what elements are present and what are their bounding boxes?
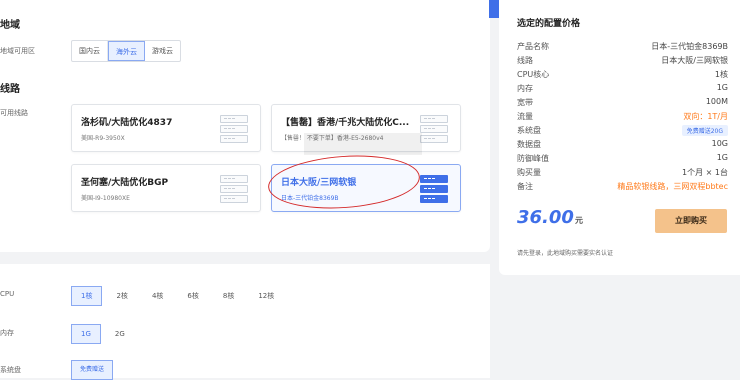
line-card-title: 圣何塞/大陆优化BGP [81,178,169,188]
line-section-title: 线路 [0,84,20,95]
server-icon [220,175,248,205]
system-disk-row-label: 系统盘 [0,366,21,374]
cpu-row-label: CPU [0,290,15,298]
line-card-title: 洛杉矶/大陆优化4837 [81,118,173,128]
summary-row-data-disk: 数据盘 10G [517,139,728,149]
price-summary-panel: 选定的配置价格 产品名称 日本-三代铂金8369B 线路 日本大阪/三网软银 C… [499,0,740,275]
summary-row-system-disk: 系统盘 免费赠送20G [517,125,728,139]
summary-row-bandwidth: 宽带 100M [517,97,728,107]
memory-row-label: 内存 [0,329,14,337]
region-section-title: 地域 [0,20,20,31]
line-row-label: 可用线路 [0,109,28,117]
hover-tooltip [304,133,422,155]
memory-selector: 1G 2G [71,324,139,344]
summary-row-memory: 内存 1G [517,83,728,93]
cpu-option-12[interactable]: 12核 [248,286,284,306]
summary-row-line: 线路 日本大阪/三网软银 [517,56,728,65]
summary-row-product: 产品名称 日本-三代铂金8369B [517,42,728,51]
price-display: 36.00元 [517,207,583,228]
line-card-title: 【售罄】香港/千兆大陆优化C... [281,118,410,128]
memory-option-2g[interactable]: 2G [105,324,135,344]
cpu-option-8[interactable]: 8核 [213,286,244,306]
cpu-option-1[interactable]: 1核 [71,286,103,306]
free-badge: 免费赠送20G [681,125,728,136]
cpu-option-6[interactable]: 6核 [177,286,208,306]
summary-row-quantity: 购买量 1个月 × 1台 [517,168,728,177]
price-unit: 元 [574,216,583,225]
buy-now-button[interactable]: 立即购买 [655,209,727,233]
line-card-los-angeles[interactable]: 洛杉矶/大陆优化4837 美国-R9-3950X [71,104,261,152]
server-icon [420,115,448,145]
region-option-overseas[interactable]: 海外云 [108,41,145,61]
line-card-subtitle: 美国-R9-3950X [81,135,125,142]
system-disk-free-option[interactable]: 免费赠送 [71,360,114,380]
summary-row-traffic: 流量 双向：1T/月 [517,112,728,121]
summary-row-remark: 备注 精品软银线路，三网双程bbtec [517,182,728,191]
region-row-label: 地域可用区 [0,47,35,55]
line-card-san-jose[interactable]: 圣何塞/大陆优化BGP 美国-I9-10980XE [71,164,261,212]
price-value: 36.00 [517,207,574,228]
region-option-gaming[interactable]: 游戏云 [145,41,180,61]
summary-title: 选定的配置价格 [517,19,581,29]
login-notice: 请先登录，此地域购买需要实名认证 [517,250,614,257]
line-card-subtitle: 美国-I9-10980XE [81,195,130,202]
cpu-option-2[interactable]: 2核 [106,286,137,306]
scroll-indicator [489,0,499,18]
server-icon [420,175,448,205]
server-icon [220,115,248,145]
region-option-domestic[interactable]: 国内云 [72,41,108,61]
region-selector: 国内云 海外云 游戏云 [71,40,181,62]
summary-row-defense: 防御峰值 1G [517,153,728,163]
summary-row-cpu: CPU核心 1核 [517,70,728,79]
cpu-selector: 1核 2核 4核 6核 8核 12核 [71,286,288,306]
memory-option-1g[interactable]: 1G [71,324,101,344]
cpu-option-4[interactable]: 4核 [142,286,173,306]
